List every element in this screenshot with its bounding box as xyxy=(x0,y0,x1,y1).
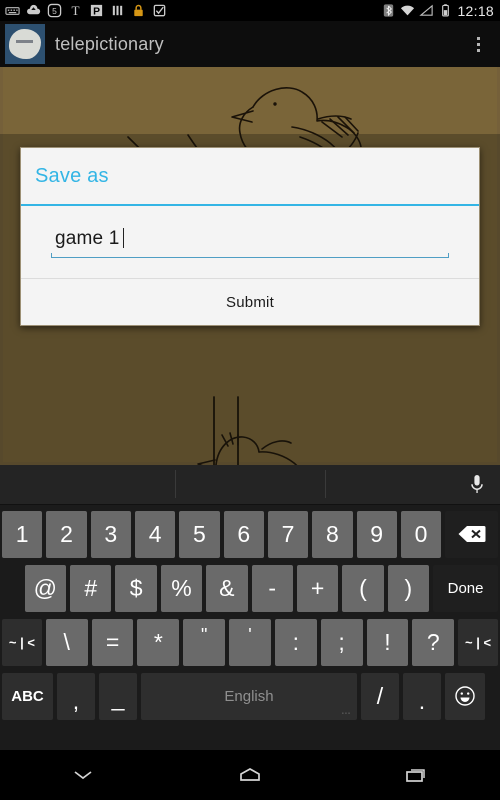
key-5[interactable]: 5 xyxy=(179,510,220,558)
key-emoji[interactable] xyxy=(445,672,485,720)
battery-icon xyxy=(442,4,450,17)
backspace-icon xyxy=(458,526,486,542)
svg-text:P: P xyxy=(93,6,100,17)
key-percent[interactable]: % xyxy=(160,564,203,612)
badge-5-icon: 5 xyxy=(47,3,62,18)
key-symbol-shift-left[interactable]: ~ | < xyxy=(2,618,42,666)
microphone-icon[interactable] xyxy=(470,474,484,496)
key-symbol-shift-right[interactable]: ~ | < xyxy=(458,618,498,666)
lock-icon xyxy=(134,4,143,17)
pocket-p-icon: P xyxy=(90,4,103,17)
overflow-menu-button[interactable] xyxy=(467,27,489,61)
home-icon xyxy=(240,768,260,781)
dialog-title: Save as xyxy=(35,164,109,187)
key-space[interactable]: English ▪▪▪ xyxy=(141,672,357,720)
filename-input-underline xyxy=(51,253,449,258)
svg-text:T: T xyxy=(71,3,79,18)
suggestion-divider xyxy=(175,470,176,498)
key-plus[interactable]: + xyxy=(296,564,339,612)
key-9[interactable]: 9 xyxy=(356,510,397,558)
key-equals[interactable]: = xyxy=(91,618,134,666)
key-double-quote[interactable]: " xyxy=(183,618,226,666)
action-bar: telepictionary xyxy=(0,21,500,67)
key-colon[interactable]: : xyxy=(274,618,317,666)
key-asterisk[interactable]: * xyxy=(137,618,180,666)
wifi-icon xyxy=(401,5,415,16)
key-period[interactable]: . xyxy=(403,672,441,720)
key-abc-mode[interactable]: ABC xyxy=(2,672,53,720)
keyboard-row-numbers: 1 2 3 4 5 6 7 8 9 0 xyxy=(0,507,500,561)
key-underscore[interactable]: _ xyxy=(99,672,137,720)
submit-button[interactable]: Submit xyxy=(21,279,479,325)
key-backslash[interactable]: \ xyxy=(45,618,88,666)
status-bar: 5 T P 12:18 xyxy=(0,0,500,21)
key-space-label: English xyxy=(224,687,274,705)
soft-keyboard: 1 2 3 4 5 6 7 8 9 0 @ # $ % & - + () Do… xyxy=(0,465,500,750)
key-8[interactable]: 8 xyxy=(312,510,353,558)
key-semicolon[interactable]: ; xyxy=(320,618,363,666)
keyboard-icon xyxy=(5,7,20,15)
key-hash[interactable]: # xyxy=(70,564,112,612)
key-1[interactable]: 1 xyxy=(2,510,43,558)
key-at[interactable]: @ xyxy=(24,564,67,612)
key-dollar[interactable]: $ xyxy=(115,564,157,612)
key-hyphen[interactable]: - xyxy=(251,564,293,612)
key-4[interactable]: 4 xyxy=(134,510,176,558)
recents-icon xyxy=(405,769,425,782)
filename-input-value: game 1 xyxy=(55,228,120,249)
key-ampersand[interactable]: & xyxy=(206,564,248,612)
key-backspace[interactable] xyxy=(445,510,498,558)
key-3[interactable]: 3 xyxy=(90,510,131,558)
keyboard-row-symbols-1: @ # $ % & - + ( ) Done xyxy=(0,561,500,615)
bars-icon xyxy=(112,5,123,16)
key-comma[interactable]: , xyxy=(57,672,95,720)
dialog-body: game 1 xyxy=(21,206,479,278)
navigation-bar xyxy=(0,750,500,800)
suggestion-divider xyxy=(325,470,326,498)
hide-keyboard-button[interactable] xyxy=(0,750,167,800)
home-button[interactable] xyxy=(167,750,334,800)
key-exclamation[interactable]: ! xyxy=(366,618,409,666)
key-slash[interactable]: / xyxy=(361,672,399,720)
key-2[interactable]: 2 xyxy=(46,510,87,558)
key-question[interactable]: ? xyxy=(412,618,455,666)
space-key-dots: ▪▪▪ xyxy=(341,710,351,717)
key-done[interactable]: Done xyxy=(433,564,499,612)
bluetooth-icon xyxy=(384,4,394,17)
key-7[interactable]: 7 xyxy=(267,510,309,558)
key-0[interactable]: 0 xyxy=(400,510,442,558)
key-paren-close[interactable]: ) xyxy=(387,564,430,612)
status-bar-system: 12:18 xyxy=(381,3,500,19)
cloud-upload-icon xyxy=(27,4,41,15)
text-caret xyxy=(122,228,124,248)
key-paren-open[interactable]: ( xyxy=(342,564,384,612)
save-as-dialog: Save as game 1 Submit xyxy=(20,147,480,326)
recents-button[interactable] xyxy=(333,750,500,800)
page-title: telepictionary xyxy=(55,33,164,54)
checkbox-icon xyxy=(153,4,166,17)
status-bar-clock: 12:18 xyxy=(457,2,494,19)
nyt-t-icon: T xyxy=(71,3,79,18)
filename-input[interactable]: game 1 xyxy=(35,228,465,258)
key-6[interactable]: 6 xyxy=(223,510,264,558)
cell-signal-icon xyxy=(419,4,434,16)
keyboard-rows: 1 2 3 4 5 6 7 8 9 0 @ # $ % & - + () Do… xyxy=(0,505,500,723)
chevron-down-icon xyxy=(74,771,92,780)
keyboard-row-symbols-2: ~ | < \ = * " ' : ; ! ? ~ | < xyxy=(0,615,500,669)
keyboard-row-bottom: ABC , _ English ▪▪▪ / . xyxy=(0,669,500,723)
app-logo-icon xyxy=(5,24,45,64)
status-bar-notifications: 5 T P xyxy=(0,3,381,18)
android-screen: 5 T P 12:18 telepictionary Save as game … xyxy=(0,0,500,800)
key-single-quote[interactable]: ' xyxy=(229,618,271,666)
suggestion-strip xyxy=(0,465,500,505)
emoji-smiley-icon xyxy=(455,686,475,706)
svg-text:5: 5 xyxy=(52,6,57,16)
